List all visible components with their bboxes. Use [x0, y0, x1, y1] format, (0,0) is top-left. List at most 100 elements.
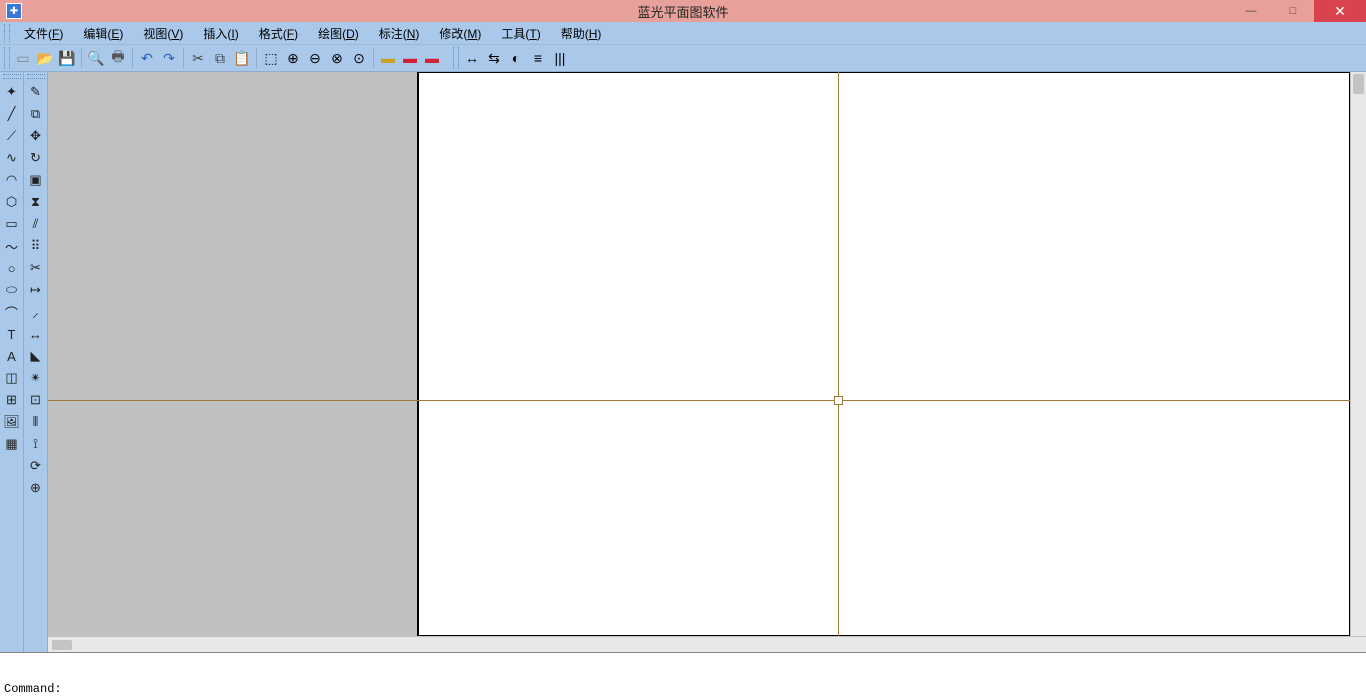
open-icon[interactable]: 📂: [34, 47, 56, 69]
dim-angle-icon[interactable]: ≡: [527, 47, 549, 69]
measure-icon[interactable]: ⟟: [26, 434, 46, 454]
zoom-in-icon[interactable]: ⊕: [282, 47, 304, 69]
stretch-icon[interactable]: ↔: [26, 324, 46, 344]
extend-icon[interactable]: ↦: [26, 280, 46, 300]
ray-icon[interactable]: ⟋: [2, 126, 22, 146]
layer1-icon[interactable]: ▬: [377, 47, 399, 69]
zoom-extent-icon[interactable]: ⊗: [326, 47, 348, 69]
refresh-icon[interactable]: ⟳: [26, 456, 46, 476]
menu-m[interactable]: 修改(M): [429, 23, 491, 44]
scroll-thumb[interactable]: [1353, 74, 1364, 94]
command-area[interactable]: Command: Regenerating model.: [0, 652, 1366, 696]
preview-icon[interactable]: 🔍: [85, 47, 107, 69]
save-icon[interactable]: 💾: [56, 47, 78, 69]
menu-e[interactable]: 编辑(E): [73, 23, 133, 44]
paper-border: [418, 72, 1350, 636]
trim-icon[interactable]: ✂: [26, 258, 46, 278]
zoom-window-icon[interactable]: ⊙: [348, 47, 370, 69]
close-button[interactable]: ✕: [1314, 0, 1366, 22]
horizontal-scrollbar[interactable]: [48, 636, 1366, 652]
arc-icon[interactable]: ◠: [2, 170, 22, 190]
dim-aligned-icon[interactable]: ⇆: [483, 47, 505, 69]
group-icon[interactable]: ⊡: [26, 390, 46, 410]
paste-icon[interactable]: 📋: [231, 47, 253, 69]
rotate-icon[interactable]: ↻: [26, 148, 46, 168]
app-icon: [6, 3, 22, 19]
command-line: Command:: [4, 682, 1362, 696]
layer2-icon[interactable]: ▬: [399, 47, 421, 69]
menu-f[interactable]: 文件(F): [14, 23, 73, 44]
print-icon[interactable]: 🖶: [107, 47, 129, 69]
menu-d[interactable]: 绘图(D): [308, 23, 369, 44]
scale-icon[interactable]: ▣: [26, 170, 46, 190]
cursor-pickbox: [834, 396, 843, 405]
explode-icon[interactable]: ✴: [26, 368, 46, 388]
menubar: 文件(F)编辑(E)视图(V)插入(I)格式(F)绘图(D)标注(N)修改(M)…: [0, 22, 1366, 44]
toolbar-grip-2: [453, 47, 459, 69]
rect-icon[interactable]: ▭: [2, 214, 22, 234]
copy-icon[interactable]: ⧉: [209, 47, 231, 69]
fillet-icon[interactable]: ⌒: [2, 302, 22, 322]
vertical-scrollbar[interactable]: [1350, 72, 1366, 636]
menu-f[interactable]: 格式(F): [249, 23, 308, 44]
layer3-icon[interactable]: ▬: [421, 47, 443, 69]
undo-icon[interactable]: ↶: [136, 47, 158, 69]
hatch-icon[interactable]: ▦: [2, 434, 22, 454]
block-icon[interactable]: ◫: [2, 368, 22, 388]
crosshair-vertical: [838, 72, 839, 636]
array-icon[interactable]: ⠿: [26, 236, 46, 256]
insert-icon[interactable]: ⊞: [2, 390, 22, 410]
crosshair-horizontal: [48, 400, 1350, 401]
titlebar: 蓝光平面图软件 — □ ✕: [0, 0, 1366, 22]
scroll-thumb[interactable]: [52, 640, 72, 650]
mtext-icon[interactable]: A: [2, 346, 22, 366]
minimize-button[interactable]: —: [1230, 0, 1272, 22]
draw-toolbar: ✦╱⟋∿◠⬡▭～○⬭⌒TA◫⊞🖼▦: [0, 72, 24, 652]
pline-icon[interactable]: ∿: [2, 148, 22, 168]
menu-h[interactable]: 帮助(H): [551, 23, 612, 44]
spline-icon[interactable]: ～: [2, 236, 22, 256]
menu-v[interactable]: 视图(V): [133, 23, 193, 44]
move-icon[interactable]: ✥: [26, 126, 46, 146]
break-icon[interactable]: ⸝: [26, 302, 46, 322]
copy-obj-icon[interactable]: ⧉: [26, 104, 46, 124]
paper-margin: [48, 72, 418, 636]
erase-icon[interactable]: ✎: [26, 82, 46, 102]
redo-icon[interactable]: ↷: [158, 47, 180, 69]
maximize-button[interactable]: □: [1272, 0, 1314, 22]
toolbar-separator: [256, 48, 257, 68]
snap-icon[interactable]: ✦: [2, 82, 22, 102]
dim-radius-icon[interactable]: ◐: [505, 47, 527, 69]
modify-toolbar: ✎⧉✥↻▣⧗⫽⠿✂↦⸝↔◣✴⊡⫴⟟⟳⊕: [24, 72, 48, 652]
toolbar-separator: [132, 48, 133, 68]
dim-cols-icon[interactable]: |||: [549, 47, 571, 69]
window-controls: — □ ✕: [1230, 0, 1366, 22]
drawing-canvas[interactable]: [48, 72, 1350, 636]
image-icon[interactable]: 🖼: [2, 412, 22, 432]
ellipse-icon[interactable]: ⬭: [2, 280, 22, 300]
new-icon[interactable]: ▭: [12, 47, 34, 69]
chamfer-icon[interactable]: ◣: [26, 346, 46, 366]
menu-n[interactable]: 标注(N): [369, 23, 430, 44]
zoom-out-icon[interactable]: ⊖: [304, 47, 326, 69]
toolbar-separator: [373, 48, 374, 68]
select-icon[interactable]: ⬚: [260, 47, 282, 69]
menu-t[interactable]: 工具(T): [491, 23, 550, 44]
add-tool-icon[interactable]: ⊕: [26, 478, 46, 498]
side-grip: [3, 74, 21, 79]
toolbar-separator: [81, 48, 82, 68]
toolbar-grip: [4, 47, 10, 69]
main-toolbar: ▭📂💾🔍🖶↶↷✂⧉📋⬚⊕⊖⊗⊙▬▬▬ ↔⇆◐≡|||: [0, 44, 1366, 72]
align-icon[interactable]: ⫴: [26, 412, 46, 432]
polygon-icon[interactable]: ⬡: [2, 192, 22, 212]
text-icon[interactable]: T: [2, 324, 22, 344]
menubar-grip: [4, 24, 10, 42]
dim-linear-icon[interactable]: ↔: [461, 47, 483, 69]
menu-i[interactable]: 插入(I): [193, 23, 248, 44]
line-icon[interactable]: ╱: [2, 104, 22, 124]
circle-icon[interactable]: ○: [2, 258, 22, 278]
cut-icon[interactable]: ✂: [187, 47, 209, 69]
mirror-icon[interactable]: ⧗: [26, 192, 46, 212]
offset-icon[interactable]: ⫽: [26, 214, 46, 234]
app-title: 蓝光平面图软件: [637, 2, 728, 21]
